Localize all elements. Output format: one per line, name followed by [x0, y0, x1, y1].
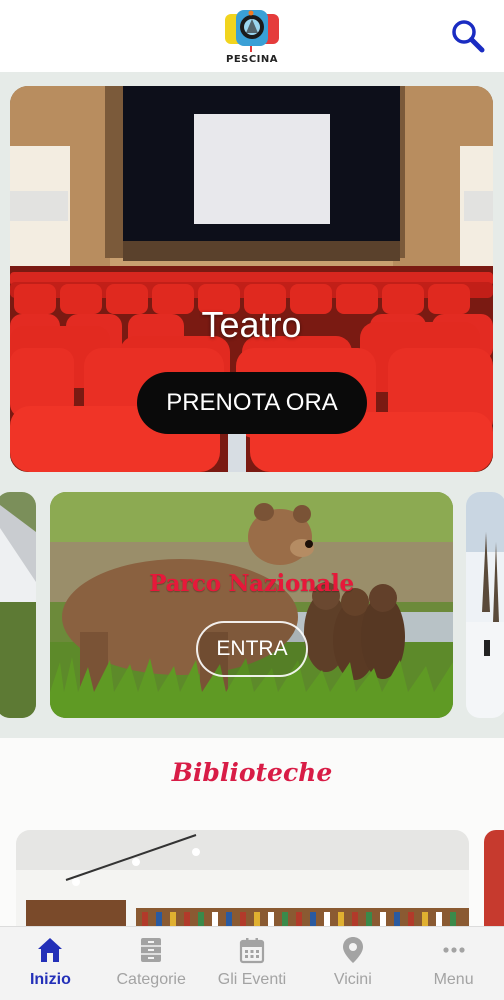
hero-card-teatro[interactable]: Teatro PRENOTA ORA	[10, 86, 493, 472]
nav-item-vicini[interactable]: Vicini	[302, 927, 403, 1000]
logo-icon	[225, 10, 279, 52]
app-screen: PESCINA Teatro PRENOTA ORA Parco Naziona…	[0, 0, 504, 1000]
drawer-icon	[141, 938, 162, 962]
carousel-card-parco[interactable]: Parco Nazionale ENTRA	[50, 492, 453, 718]
more-dots-icon	[442, 947, 465, 953]
bears-image	[50, 492, 453, 718]
nav-label-vicini: Vicini	[333, 971, 372, 988]
pescina-logo[interactable]: PESCINA	[222, 6, 282, 66]
search-icon	[452, 20, 485, 53]
category-carousel[interactable]: Parco Nazionale ENTRA	[0, 492, 504, 718]
nav-item-categorie[interactable]: Categorie	[101, 927, 202, 1000]
mountain-image	[0, 492, 36, 718]
nav-label-menu: Menu	[433, 971, 474, 988]
nav-label-inizio: Inizio	[29, 971, 71, 988]
home-icon	[38, 938, 63, 962]
prenota-ora-button[interactable]: PRENOTA ORA	[137, 372, 367, 434]
nav-item-menu[interactable]: Menu	[403, 927, 504, 1000]
carousel-card-next[interactable]	[466, 492, 504, 718]
search-button[interactable]	[450, 18, 486, 54]
logo-text: PESCINA	[225, 54, 279, 65]
biblioteche-section: Biblioteche	[0, 738, 504, 970]
map-pin-icon	[342, 937, 363, 963]
card-title: Parco Nazionale	[149, 570, 354, 597]
top-header: PESCINA	[0, 0, 504, 72]
snow-image	[466, 492, 504, 718]
carousel-card-previous[interactable]	[0, 492, 36, 718]
entra-button[interactable]: ENTRA	[196, 621, 308, 677]
nav-label-eventi: Gli Eventi	[217, 971, 287, 988]
section-title: Biblioteche	[171, 758, 333, 787]
bottom-navigation: Inizio Categorie Gli Eventi Vicini Menu	[0, 926, 504, 1000]
nav-item-eventi[interactable]: Gli Eventi	[202, 927, 303, 1000]
nav-item-inizio[interactable]: Inizio	[0, 927, 101, 1000]
hero-title: Teatro	[201, 304, 302, 345]
nav-label-categorie: Categorie	[116, 971, 186, 988]
calendar-icon	[239, 938, 265, 964]
